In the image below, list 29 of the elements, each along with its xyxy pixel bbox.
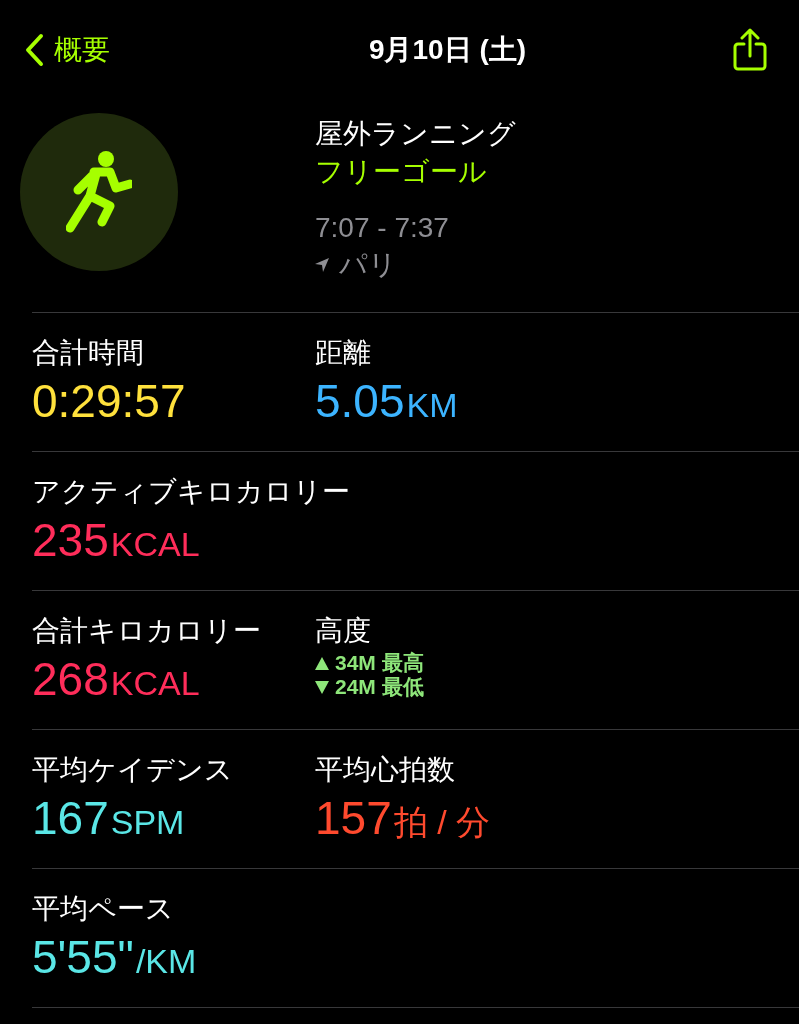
metric-label: 平均ペース	[32, 892, 175, 926]
chevron-left-icon	[24, 33, 44, 67]
down-triangle-icon	[315, 680, 329, 694]
metric-label: 平均ケイデンス	[32, 753, 234, 787]
metric-label: 高度	[315, 614, 372, 648]
metric-value: 157拍 / 分	[315, 792, 492, 846]
metric-label: 平均心拍数	[315, 753, 456, 787]
runner-icon	[66, 150, 132, 234]
metric-value: 235KCAL	[32, 514, 201, 568]
elevation-reading: 34M 最高	[335, 651, 424, 675]
share-icon	[732, 28, 768, 72]
metric-value: 0:29:57	[32, 375, 187, 429]
screen-title: 9月10日 (土)	[368, 33, 527, 67]
workout-type: 屋外ランニング	[315, 117, 516, 151]
metric-value: 5'55"/KM	[32, 931, 198, 985]
metric-label: アクティブキロカロリー	[32, 475, 350, 509]
location: パリ	[339, 248, 397, 282]
back-button[interactable]: 概要	[24, 29, 110, 71]
location-arrow-icon	[315, 258, 329, 272]
up-triangle-icon	[315, 656, 329, 670]
time-range: 7:07 - 7:37	[315, 211, 450, 245]
metric-label: 合計時間	[32, 336, 145, 370]
metric-value: 268KCAL	[32, 653, 201, 707]
workout-goal: フリーゴール	[315, 155, 488, 189]
metric-label: 距離	[315, 336, 372, 370]
metric-value: 5.05KM	[315, 375, 459, 429]
metric-value: 167SPM	[32, 792, 186, 846]
metric-label: 合計キロカロリー	[32, 614, 262, 648]
elevation-reading: 24M 最低	[335, 675, 424, 699]
